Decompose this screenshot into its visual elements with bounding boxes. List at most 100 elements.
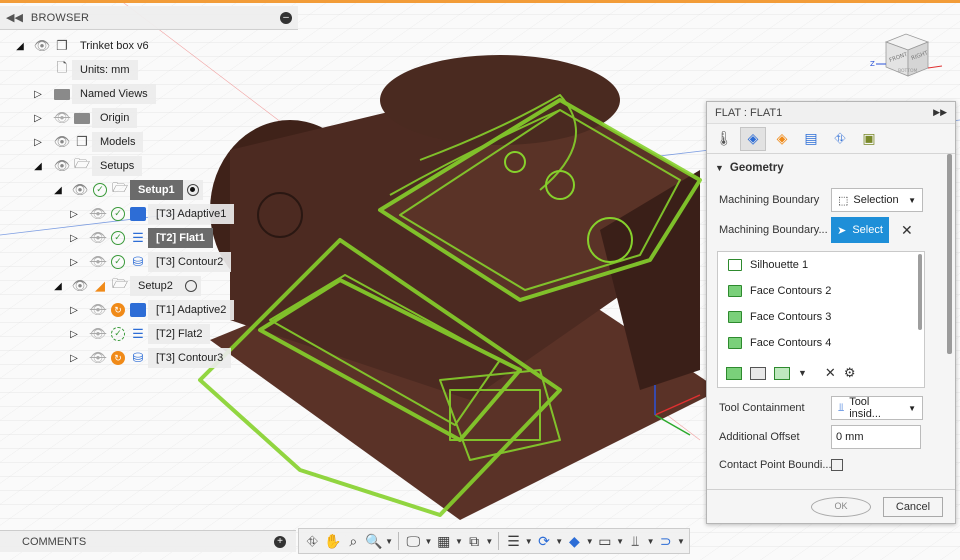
tab-tool[interactable]: 🌡: [711, 127, 737, 151]
eye-icon[interactable]: 👁: [52, 133, 72, 151]
collapse-triangle-icon[interactable]: ◢: [52, 185, 64, 196]
list-item[interactable]: Face Contours 4: [718, 330, 924, 356]
tab-heights[interactable]: ◈: [769, 127, 795, 151]
tree-node-setup2[interactable]: ◢ 👁 ◢ 🗁 Setup2: [52, 275, 201, 297]
expand-triangle-icon[interactable]: ◢: [14, 41, 26, 52]
contact-point-checkbox[interactable]: [831, 459, 843, 471]
ok-button[interactable]: OK: [811, 496, 871, 517]
list-item[interactable]: Face Contours 3: [718, 304, 924, 330]
chevron-down-icon[interactable]: ▼: [586, 531, 594, 551]
expand-triangle-icon[interactable]: ▷: [68, 305, 80, 316]
chevron-down-icon[interactable]: ▼: [455, 531, 463, 551]
eye-hidden-icon[interactable]: 👁: [88, 325, 108, 343]
chevron-down-icon[interactable]: ▼: [425, 531, 433, 551]
add-silhouette-icon[interactable]: [750, 366, 766, 380]
expand-triangle-icon[interactable]: ▷: [68, 233, 80, 244]
comments-bar[interactable]: COMMENTS +: [0, 530, 296, 552]
view-cube[interactable]: FRONT RIGHT BOTTOM Z: [868, 20, 948, 82]
list-item[interactable]: Face Contours 2: [718, 278, 924, 304]
expand-triangle-icon[interactable]: ▷: [68, 257, 80, 268]
cancel-button[interactable]: Cancel: [883, 496, 943, 517]
tree-node-setups[interactable]: ◢ 👁 🗁 Setups: [32, 155, 143, 177]
collapse-triangle-icon[interactable]: ◢: [52, 281, 64, 292]
chevron-down-icon[interactable]: ▼: [485, 531, 493, 551]
remove-all-icon[interactable]: ✕: [825, 365, 836, 381]
tree-node-document[interactable]: ◢ 👁 ❐ Trinket box v6: [14, 35, 157, 57]
expand-triangle-icon[interactable]: ▷: [68, 209, 80, 220]
pan-hand-icon[interactable]: ✋: [324, 531, 343, 551]
chevron-down-icon[interactable]: ▼: [525, 531, 533, 551]
additional-offset-input[interactable]: [831, 425, 921, 449]
tree-node-contour3[interactable]: ▷ 👁 ↻ ⛁ [T3] Contour3: [68, 347, 232, 369]
select-button[interactable]: ➤ Select: [831, 217, 889, 243]
expand-dialog-icon[interactable]: ▶▶: [933, 107, 947, 118]
viewports-icon[interactable]: ⧉: [465, 531, 484, 551]
tree-node-named-views[interactable]: ▷ Named Views: [32, 83, 156, 105]
tab-geometry[interactable]: ◈: [740, 126, 766, 151]
tool-containment-select[interactable]: ⫫ Tool insid... ▼: [831, 396, 923, 420]
tab-simulation[interactable]: ▣: [856, 127, 882, 151]
display-settings-icon[interactable]: 🖵: [404, 531, 423, 551]
clear-selection-icon[interactable]: ✕: [901, 222, 913, 239]
list-item[interactable]: Silhouette 1: [718, 252, 924, 278]
tab-passes[interactable]: ▤: [798, 127, 824, 151]
eye-icon[interactable]: 👁: [52, 157, 72, 175]
chevron-down-icon[interactable]: ▼: [647, 531, 655, 551]
add-pocket-icon[interactable]: [774, 366, 790, 380]
toolpath-display-icon[interactable]: ▭: [596, 531, 615, 551]
tree-node-contour2[interactable]: ▷ 👁 ✓ ⛁ [T3] Contour2: [68, 251, 232, 273]
setup-radio-icon[interactable]: [180, 276, 201, 296]
tool-icon[interactable]: ⫫: [626, 531, 645, 551]
tree-node-origin[interactable]: ▷ 👁 Origin: [32, 107, 138, 129]
tree-node-flat2[interactable]: ▷ 👁 ✓ ☰ [T2] Flat2: [68, 323, 211, 345]
section-analysis-icon[interactable]: ☰: [504, 531, 523, 551]
eye-hidden-icon[interactable]: 👁: [88, 349, 108, 367]
geometry-section-header[interactable]: ▼ Geometry: [715, 162, 784, 174]
tree-node-adaptive1[interactable]: ▷ 👁 ✓ [T3] Adaptive1: [68, 203, 235, 225]
expand-triangle-icon[interactable]: ▷: [32, 89, 44, 100]
list-scrollbar[interactable]: [918, 254, 922, 330]
eye-icon[interactable]: 👁: [70, 277, 90, 295]
eye-hidden-icon[interactable]: 👁: [52, 109, 72, 127]
tree-node-models[interactable]: ▷ 👁 ❐ Models: [32, 131, 144, 153]
collapse-triangle-icon[interactable]: ◢: [32, 161, 44, 172]
tree-node-flat1[interactable]: ▷ 👁 ✓ ☰ [T2] Flat1: [68, 227, 213, 249]
eye-hidden-icon[interactable]: 👁: [88, 229, 108, 247]
grid-icon[interactable]: ▦: [434, 531, 453, 551]
boundary-selection-list[interactable]: Silhouette 1 Face Contours 2 Face Contou…: [717, 251, 925, 388]
dialog-scrollbar[interactable]: [947, 154, 952, 354]
expand-triangle-icon[interactable]: ▷: [68, 329, 80, 340]
expand-triangle-icon[interactable]: ▷: [68, 353, 80, 364]
eye-icon[interactable]: 👁: [32, 37, 52, 55]
orbit-icon[interactable]: ⛗: [303, 531, 322, 551]
eye-hidden-icon[interactable]: 👁: [88, 301, 108, 319]
eye-icon[interactable]: 👁: [70, 181, 90, 199]
chevron-down-icon[interactable]: ▼: [616, 531, 624, 551]
expand-triangle-icon[interactable]: ▷: [32, 137, 44, 148]
simulate-icon[interactable]: ⟳: [535, 531, 554, 551]
zoom-icon[interactable]: 🔍: [365, 531, 384, 551]
chevron-down-icon[interactable]: ▼: [555, 531, 563, 551]
dialog-title-bar[interactable]: FLAT : FLAT1 ▶▶: [707, 102, 955, 124]
chevron-down-icon[interactable]: ▼: [798, 368, 807, 378]
machining-boundary-select[interactable]: ⬚ Selection ▼: [831, 188, 923, 212]
tab-linking[interactable]: ⛗: [827, 127, 853, 151]
stock-icon[interactable]: ◆: [565, 531, 584, 551]
active-setup-radio-icon[interactable]: [182, 180, 203, 200]
machine-icon[interactable]: ⊃: [657, 531, 676, 551]
add-comment-icon[interactable]: +: [274, 535, 286, 548]
chevron-down-icon[interactable]: ▼: [677, 531, 685, 551]
chevron-down-icon[interactable]: ▼: [385, 531, 393, 551]
tree-node-setup1[interactable]: ◢ 👁 ✓ 🗁 Setup1: [52, 179, 203, 201]
tree-node-adaptive2[interactable]: ▷ 👁 ↻ [T1] Adaptive2: [68, 299, 235, 321]
tree-node-units[interactable]: 🗋 Units: mm: [52, 59, 138, 81]
gear-icon[interactable]: ⚙: [844, 365, 856, 381]
eye-hidden-icon[interactable]: 👁: [88, 253, 108, 271]
minimize-icon[interactable]: –: [280, 11, 292, 24]
add-face-contour-icon[interactable]: [726, 366, 742, 380]
zoom-fit-icon[interactable]: ⌕: [344, 531, 363, 551]
eye-hidden-icon[interactable]: 👁: [88, 205, 108, 223]
component-icon: ❐: [76, 134, 88, 149]
expand-triangle-icon[interactable]: ▷: [32, 113, 44, 124]
double-left-arrow-icon[interactable]: ◀◀: [6, 11, 23, 24]
